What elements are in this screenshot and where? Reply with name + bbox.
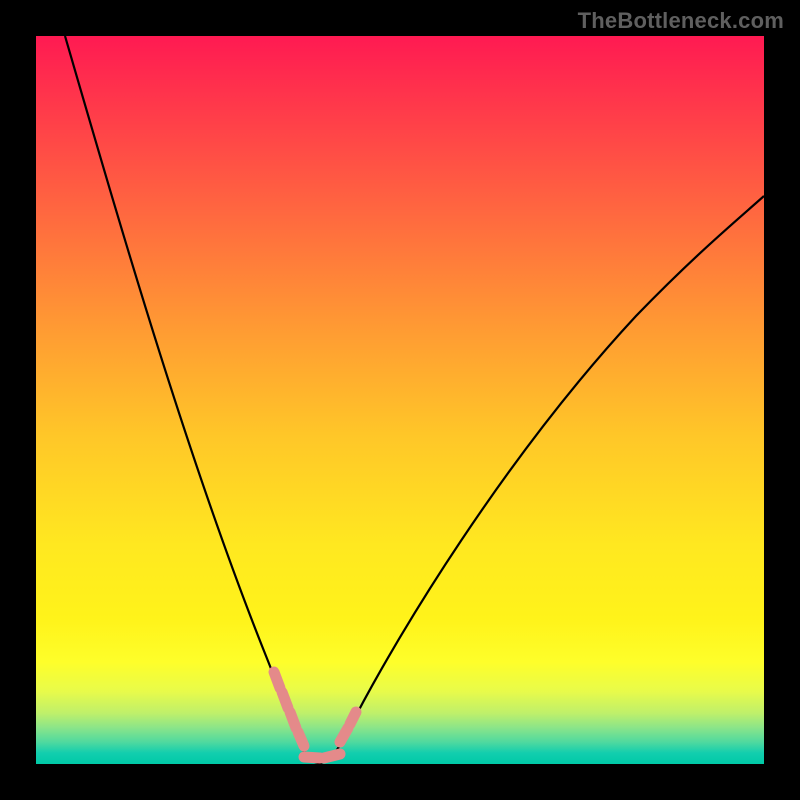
plot-area — [36, 36, 764, 764]
range-highlight — [274, 672, 356, 758]
bottleneck-curve — [65, 36, 764, 763]
watermark-text: TheBottleneck.com — [578, 8, 784, 34]
chart-frame: TheBottleneck.com — [0, 0, 800, 800]
curve-layer — [36, 36, 764, 764]
